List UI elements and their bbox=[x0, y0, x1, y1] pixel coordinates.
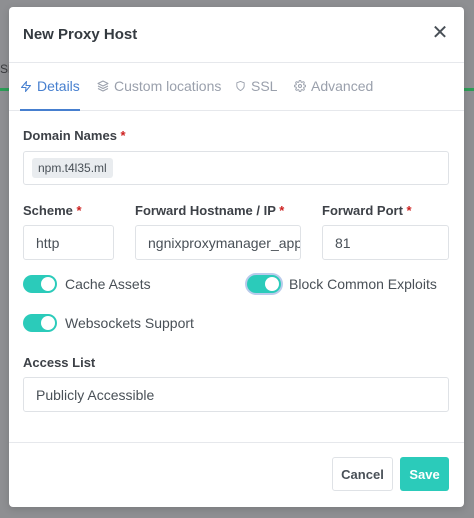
required-mark: * bbox=[406, 203, 412, 218]
tab-label: SSL bbox=[251, 78, 278, 94]
domain-names-label-text: Domain Names bbox=[23, 128, 117, 143]
domain-tag[interactable]: npm.t4l35.ml bbox=[32, 158, 113, 178]
block-exploits-toggle[interactable]: Block Common Exploits bbox=[247, 275, 437, 293]
new-proxy-host-modal: New Proxy Host ✕ Details Custom location… bbox=[9, 7, 464, 507]
tab-ssl[interactable]: SSL bbox=[235, 62, 277, 110]
domain-names-input[interactable]: npm.t4l35.ml bbox=[23, 151, 449, 185]
access-list-value: Publicly Accessible bbox=[36, 386, 155, 403]
forward-port-label: Forward Port * bbox=[322, 203, 412, 218]
websockets-toggle[interactable]: Websockets Support bbox=[23, 314, 194, 332]
cache-assets-toggle[interactable]: Cache Assets bbox=[23, 275, 151, 293]
required-mark: * bbox=[279, 203, 285, 218]
modal-footer: Cancel Save bbox=[9, 442, 464, 507]
forward-hostname-input[interactable]: ngnixproxymanager_app bbox=[135, 225, 301, 260]
required-mark: * bbox=[76, 203, 82, 218]
cancel-button[interactable]: Cancel bbox=[332, 457, 393, 491]
cache-assets-switch[interactable] bbox=[23, 275, 57, 293]
tab-advanced[interactable]: Advanced bbox=[294, 62, 373, 110]
block-exploits-label: Block Common Exploits bbox=[289, 276, 437, 292]
modal-title: New Proxy Host bbox=[23, 26, 138, 43]
required-mark: * bbox=[120, 128, 126, 143]
tab-label: Custom locations bbox=[114, 78, 222, 94]
forward-hostname-value: ngnixproxymanager_app bbox=[148, 234, 301, 251]
tab-label: Details bbox=[37, 78, 80, 94]
tab-bar: Details Custom locations SSL Advanced bbox=[9, 62, 464, 111]
modal-header: New Proxy Host ✕ bbox=[9, 7, 464, 63]
tab-details[interactable]: Details bbox=[20, 62, 80, 111]
forward-port-label-text: Forward Port bbox=[322, 203, 403, 218]
websockets-label: Websockets Support bbox=[65, 315, 194, 331]
scheme-value: http bbox=[36, 234, 60, 251]
block-exploits-switch[interactable] bbox=[247, 275, 281, 293]
forward-hostname-label: Forward Hostname / IP * bbox=[135, 203, 284, 218]
scheme-label: Scheme * bbox=[23, 203, 82, 218]
tab-custom-locations[interactable]: Custom locations bbox=[97, 62, 221, 110]
backdrop-accent-line bbox=[464, 88, 474, 91]
forward-port-value: 81 bbox=[335, 234, 351, 251]
domain-names-label: Domain Names * bbox=[23, 128, 126, 143]
scheme-input[interactable]: http bbox=[23, 225, 114, 260]
zap-icon bbox=[21, 80, 31, 92]
access-list-label: Access List bbox=[23, 355, 96, 370]
scheme-label-text: Scheme bbox=[23, 203, 73, 218]
websockets-switch[interactable] bbox=[23, 314, 57, 332]
layers-icon bbox=[97, 80, 109, 92]
access-list-select[interactable]: Publicly Accessible bbox=[23, 377, 449, 412]
forward-hostname-label-text: Forward Hostname / IP bbox=[135, 203, 276, 218]
gear-icon bbox=[294, 80, 306, 92]
tab-label: Advanced bbox=[311, 78, 374, 94]
close-icon[interactable]: ✕ bbox=[430, 22, 450, 44]
forward-port-input[interactable]: 81 bbox=[322, 225, 449, 260]
save-button[interactable]: Save bbox=[400, 457, 449, 491]
cache-assets-label: Cache Assets bbox=[65, 276, 151, 292]
shield-icon bbox=[236, 80, 245, 92]
